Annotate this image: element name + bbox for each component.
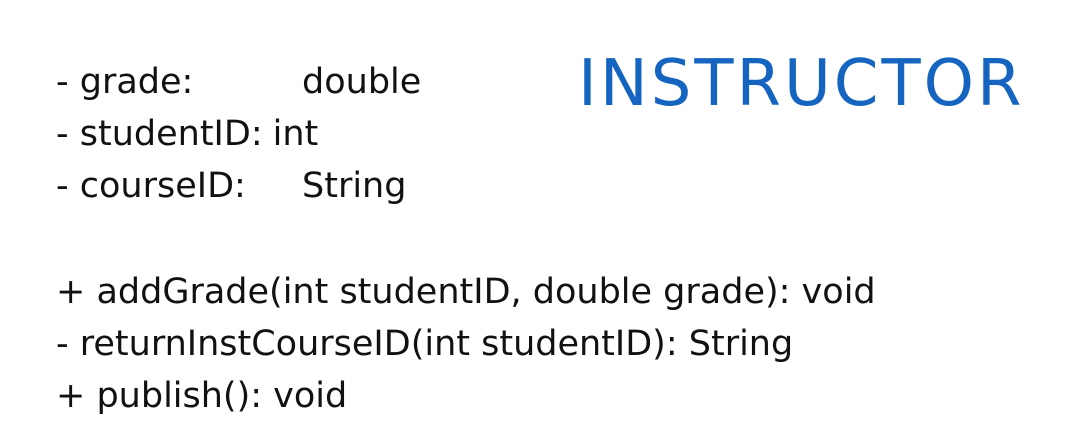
operation-add-grade: + addGrade(int studentID, double grade):… — [56, 272, 876, 312]
attribute-type: double — [302, 62, 422, 102]
attribute-course-id: - courseID: String — [56, 160, 876, 212]
attribute-name: - courseID: — [56, 166, 246, 206]
attribute-type: String — [302, 166, 407, 206]
attribute-name: - grade: — [56, 62, 194, 102]
attribute-student-id: - studentID: int — [56, 108, 876, 160]
operation-publish: + publish(): void — [56, 376, 348, 416]
attribute-grade: - grade: double — [56, 56, 876, 108]
class-members: - grade: double - studentID: int - courseI… — [56, 56, 876, 422]
attribute-name: - studentID: — [56, 114, 263, 154]
operation-return-inst-course-id: - returnInstCourseID(int studentID): Str… — [56, 324, 794, 364]
attribute-type: int — [272, 114, 319, 154]
uml-class-diagram: INSTRUCTOR - grade: double - studentID: in… — [0, 0, 1073, 429]
